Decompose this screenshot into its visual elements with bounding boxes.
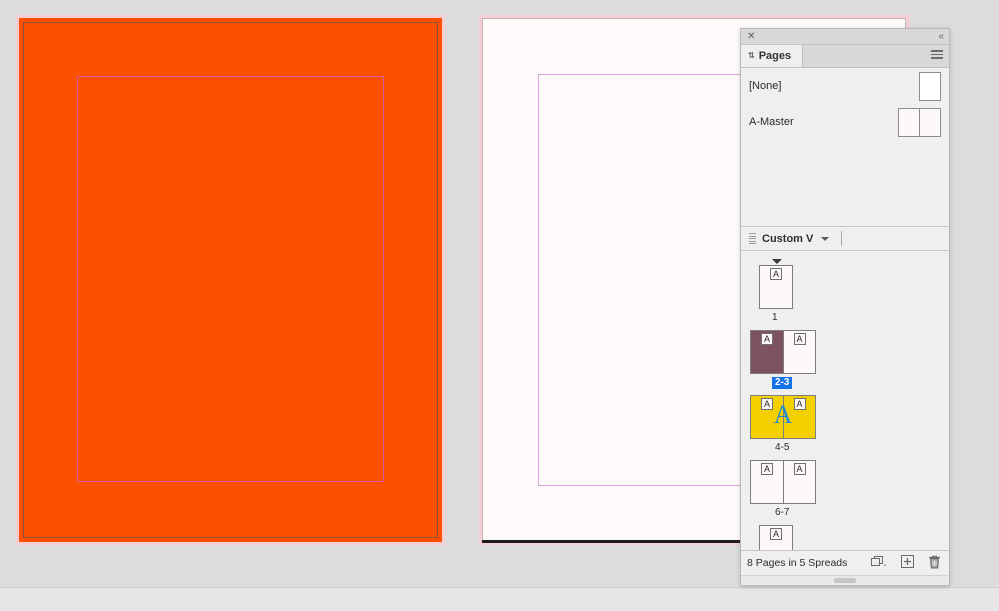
page-master-letter: A xyxy=(793,398,805,410)
page-thumb[interactable]: A xyxy=(783,396,815,438)
pages-sort-header[interactable]: Custom V xyxy=(741,227,949,251)
close-icon[interactable]: ✕ xyxy=(747,32,755,42)
margin-guide-left-page xyxy=(77,76,384,482)
tab-sort-icon: ⇅ xyxy=(748,52,755,60)
page-master-letter: A xyxy=(761,333,773,345)
drag-grip-icon[interactable] xyxy=(749,233,756,244)
master-item-a-master-label: A-Master xyxy=(749,116,794,128)
master-thumbnail-none[interactable] xyxy=(919,72,941,101)
master-item-none-label: [None] xyxy=(749,80,781,92)
spread-entry-4-5[interactable]: A A A 4-5 xyxy=(741,395,949,454)
page-thumb[interactable]: A xyxy=(760,266,792,308)
delete-page-icon[interactable] xyxy=(928,555,941,572)
spread-entry-8[interactable]: A 8 xyxy=(741,525,949,550)
panel-footer: 8 Pages in 5 Spreads xyxy=(741,550,949,575)
spread-label-6-7[interactable]: 6-7 xyxy=(772,507,792,519)
pages-count-status: 8 Pages in 5 Spreads xyxy=(747,557,847,569)
orange-artwork-page[interactable] xyxy=(19,18,442,542)
page-thumbnail-1[interactable]: A xyxy=(759,265,793,309)
page-thumb[interactable]: A xyxy=(751,461,783,503)
header-divider xyxy=(841,231,842,246)
page-thumb[interactable]: A xyxy=(783,461,815,503)
spread-spine xyxy=(783,396,784,438)
master-item-a-master[interactable]: A-Master xyxy=(741,104,949,140)
new-page-icon[interactable] xyxy=(901,555,914,571)
page-thumb[interactable]: A xyxy=(783,331,815,373)
page-thumb[interactable]: A xyxy=(751,396,783,438)
page-thumbnail-4-5[interactable]: A A A xyxy=(750,395,816,439)
page-master-letter: A xyxy=(770,528,782,540)
page-master-letter: A xyxy=(761,398,773,410)
master-thumbnail-a-master[interactable] xyxy=(898,108,941,137)
page-master-letter: A xyxy=(793,333,805,345)
panel-horizontal-scrollbar[interactable] xyxy=(741,575,949,585)
page-thumbnail-8[interactable]: A xyxy=(759,525,793,550)
panel-tab-strip: ⇅ Pages xyxy=(741,45,949,68)
pages-sort-label: Custom V xyxy=(762,233,813,245)
master-applied-arrow-icon xyxy=(772,259,782,264)
chevron-down-icon[interactable] xyxy=(821,237,829,241)
tab-pages-label: Pages xyxy=(759,50,791,62)
spread-label-2-3[interactable]: 2-3 xyxy=(772,377,792,389)
page-thumbnail-2-3[interactable]: A A xyxy=(750,330,816,374)
master-pages-section[interactable]: [None] A-Master xyxy=(741,68,949,227)
panel-menu-icon[interactable] xyxy=(931,50,943,61)
page-master-letter: A xyxy=(761,463,773,475)
page-master-letter: A xyxy=(770,268,782,280)
collapse-panel-icon[interactable]: « xyxy=(938,32,943,42)
tab-pages[interactable]: ⇅ Pages xyxy=(741,45,803,67)
master-item-none[interactable]: [None] xyxy=(741,68,949,104)
spread-label-4-5[interactable]: 4-5 xyxy=(772,442,792,454)
panel-footer-tools xyxy=(871,555,941,572)
spread-entry-6-7[interactable]: A A 6-7 xyxy=(741,460,949,519)
panel-title-bar: ✕ « xyxy=(741,29,949,45)
document-pages-list[interactable]: A 1 A A 2-3 A A xyxy=(741,251,949,550)
edit-page-size-icon[interactable] xyxy=(871,555,887,571)
spread-label-1[interactable]: 1 xyxy=(769,312,781,324)
spread-entry-1[interactable]: A 1 xyxy=(741,259,949,324)
page-thumb[interactable]: A xyxy=(751,331,783,373)
page-master-letter: A xyxy=(793,463,805,475)
page-thumbnail-6-7[interactable]: A A xyxy=(750,460,816,504)
pages-panel[interactable]: ✕ « ⇅ Pages [None] A-Master Custom V xyxy=(740,28,950,586)
spread-entry-2-3[interactable]: A A 2-3 xyxy=(741,330,949,389)
left-page-spread-guide xyxy=(16,15,445,545)
page-thumb[interactable]: A xyxy=(760,526,792,550)
workspace-bottom-strip xyxy=(0,587,999,611)
